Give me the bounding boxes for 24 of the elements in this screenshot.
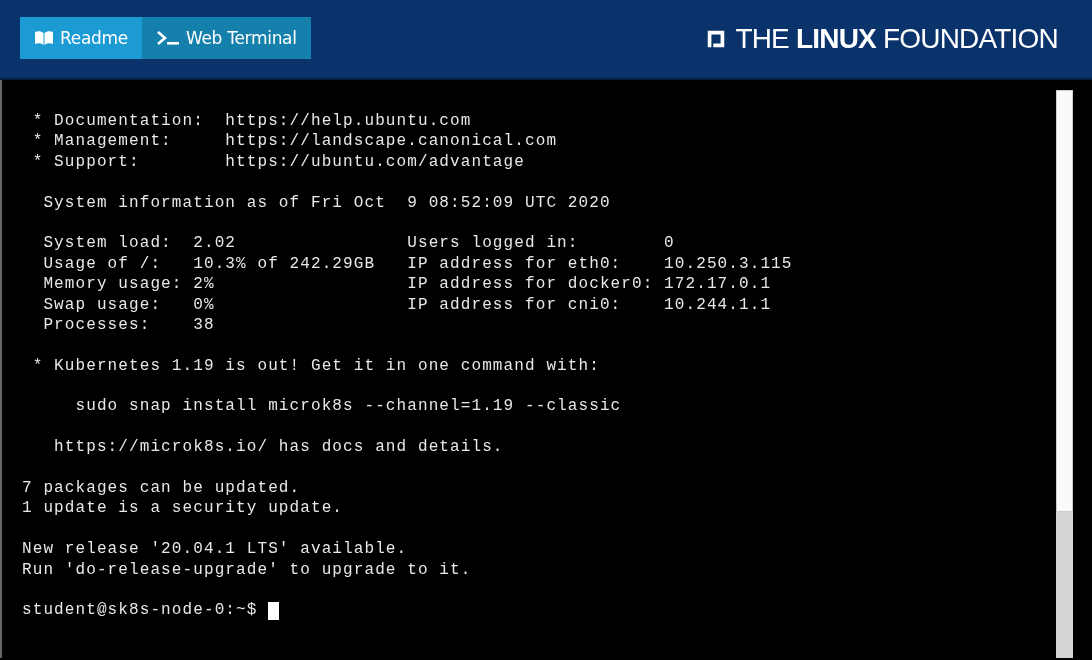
tab[interactable]: Web Terminal bbox=[141, 17, 311, 59]
terminal-line: * Documentation: https://help.ubuntu.com bbox=[31, 111, 473, 132]
terminal-line: sudo snap install microk8s --channel=1.19 --classic bbox=[74, 396, 623, 417]
tab[interactable]: Readme bbox=[20, 17, 142, 59]
terminal-line: * Support: https://ubuntu.com/advantage bbox=[31, 151, 526, 173]
terminal-line: Run 'do-release-upgrade' to upgrade to it. bbox=[22, 559, 473, 580]
terminal-line: * Management: https://landscape.canonical.com bbox=[31, 131, 559, 152]
terminal-line: 1 update is a security update. bbox=[22, 498, 345, 519]
text-cursor bbox=[268, 601, 280, 620]
terminal-line: Usage of /: 10.3% of 242.29GB IP address for eth0: 10.250.3.115 bbox=[42, 253, 794, 275]
terminal-line: New release '20.04.1 LTS' available. bbox=[22, 539, 409, 560]
logo-text: THE LINUX FOUNDATION bbox=[735, 23, 1058, 55]
terminal-line: Swap usage: 0% IP address for cni0: 10.244.1.1 bbox=[42, 294, 773, 315]
shell-prompt: student@sk8s-node-0:~$ bbox=[22, 600, 259, 621]
terminal-line: System information as of Fri Oct 9 08:52:09 UTC 2020 bbox=[42, 192, 612, 213]
terminal-line: * Kubernetes 1.19 is out! Get it in one command with: bbox=[31, 355, 601, 377]
prompt-icon bbox=[155, 30, 180, 46]
scrollbar[interactable] bbox=[1056, 90, 1073, 658]
terminal-line: https://microk8s.io/ has docs and details. bbox=[53, 437, 505, 458]
terminal-line: System load: 2.02 Users logged in: 0 bbox=[42, 233, 676, 254]
book-icon bbox=[34, 30, 54, 46]
terminal-line: Memory usage: 2% IP address for docker0: 172.17.0.1 bbox=[42, 274, 773, 295]
terminal-line: 7 packages can be updated. bbox=[22, 478, 302, 499]
terminal-line: Processes: 38 bbox=[42, 314, 216, 336]
